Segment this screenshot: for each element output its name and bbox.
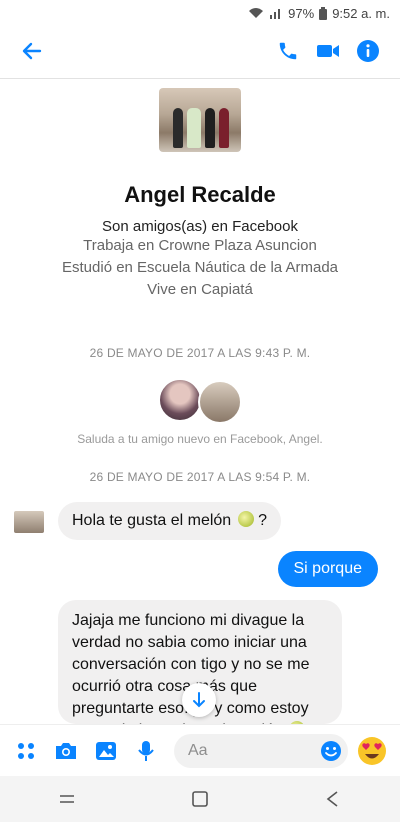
camera-icon[interactable] <box>48 733 84 769</box>
scroll-to-bottom-button[interactable] <box>182 683 216 717</box>
microphone-icon[interactable] <box>128 733 164 769</box>
timestamp: 26 DE MAYO DE 2017 A LAS 9:43 P. M. <box>89 346 311 360</box>
recents-icon[interactable] <box>57 790 77 808</box>
new-friend-avatars <box>158 378 242 424</box>
heart-eyes-emoji-icon[interactable] <box>352 733 392 769</box>
message-text-suffix: ? <box>258 512 268 529</box>
message-row: Hola te gusta el melón ? <box>0 502 400 542</box>
message-input-placeholder: Aa <box>188 741 208 759</box>
contact-avatar <box>198 380 242 424</box>
back-icon[interactable] <box>323 790 343 808</box>
friendship-status: Son amigos(as) en Facebook <box>102 218 298 235</box>
outgoing-message[interactable]: Si porque <box>277 551 378 587</box>
arrow-down-icon <box>193 692 205 708</box>
emoji-smile-icon[interactable] <box>320 740 342 762</box>
user-avatar <box>158 378 202 422</box>
melon-emoji-icon <box>237 511 254 527</box>
conversation-header <box>0 26 400 76</box>
incoming-message[interactable]: Hola te gusta el melón ? <box>58 502 282 540</box>
system-navigation-bar <box>0 776 400 822</box>
home-icon[interactable] <box>191 790 209 808</box>
message-text: Hola te gusta el melón <box>72 512 232 529</box>
gallery-icon[interactable] <box>88 733 124 769</box>
header-divider <box>0 78 400 79</box>
education-info: Estudió en Escuela Náutica de la Armada <box>62 259 338 276</box>
profile-card: Angel Recalde Son amigos(as) en Facebook… <box>0 88 400 301</box>
battery-icon <box>319 6 328 20</box>
status-bar: 97% 9:52 a. m. <box>0 0 400 26</box>
apps-grid-icon[interactable] <box>8 733 44 769</box>
clock: 9:52 a. m. <box>332 5 390 21</box>
phone-icon[interactable] <box>268 31 308 71</box>
battery-percent: 97% <box>288 5 315 21</box>
location-info: Vive en Capiatá <box>147 281 253 298</box>
back-arrow-icon[interactable] <box>12 31 52 71</box>
profile-photo[interactable] <box>159 88 241 152</box>
work-info: Trabaja en Crowne Plaza Asuncion <box>83 237 317 254</box>
contact-name: Angel Recalde <box>124 182 276 207</box>
info-icon[interactable] <box>348 31 388 71</box>
message-input[interactable]: Aa <box>174 733 348 768</box>
timestamp: 26 DE MAYO DE 2017 A LAS 9:54 P. M. <box>89 470 311 484</box>
wifi-icon <box>249 8 264 18</box>
message-composer: Aa <box>0 724 400 776</box>
contact-avatar <box>14 511 44 533</box>
signal-icon <box>270 9 281 19</box>
greeting-hint: Saluda a tu amigo nuevo en Facebook, Ang… <box>77 432 323 446</box>
video-camera-icon[interactable] <box>308 31 348 71</box>
message-text: Si porque <box>293 560 363 577</box>
